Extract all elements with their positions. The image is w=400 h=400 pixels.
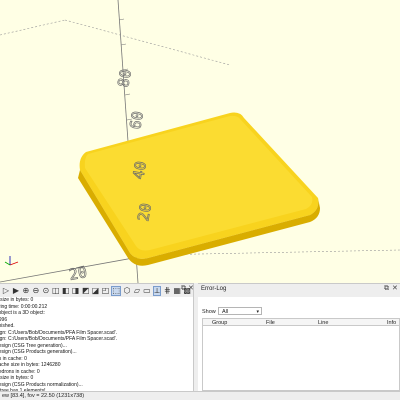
render-icon[interactable]: ▶ [12, 286, 20, 296]
zoom-in-icon[interactable]: ⊕ [22, 286, 30, 296]
axis-label-80: 80 [114, 68, 135, 89]
show-edges-icon[interactable]: ⋕ [163, 286, 171, 296]
preview-icon[interactable]: ▷ [2, 286, 10, 296]
zoom-out-icon[interactable]: ⊖ [32, 286, 40, 296]
axis-label-20: 20 [134, 202, 155, 223]
show-filter-value: All [222, 309, 229, 315]
console-panel[interactable]: e size in bytes: 0ering time: 0:00:00.21… [0, 297, 194, 391]
status-bar: ew [83.4], fov = 22.50 (1231x738) [0, 391, 400, 400]
error-log-table-body[interactable] [202, 326, 400, 391]
column-file[interactable]: File [266, 320, 275, 326]
column-group[interactable]: Group [212, 320, 227, 326]
bottom-view-icon[interactable]: ◧ [62, 286, 70, 296]
wireframe-icon[interactable]: ▦ [173, 286, 181, 296]
axis-label-40: 40 [129, 160, 150, 181]
column-info[interactable]: Info [387, 320, 396, 326]
error-log-header: Error-Log [198, 283, 400, 297]
top-view-icon[interactable]: ◫ [52, 286, 60, 296]
front-view-icon[interactable]: ◪ [92, 286, 100, 296]
axis-gizmo [4, 256, 19, 266]
x-axis-line [64, 19, 231, 66]
orthographic-icon[interactable]: ▭ [143, 286, 151, 296]
error-log-close-icon[interactable]: ✕ [392, 284, 398, 292]
model-plate[interactable] [78, 112, 320, 266]
left-view-icon[interactable]: ◨ [72, 286, 80, 296]
status-text: ew [83.4], fov = 22.50 (1231x738) [2, 393, 85, 399]
center-view-icon[interactable]: ⬡ [123, 286, 131, 296]
diagonal-view-icon[interactable]: ⬚ [111, 285, 122, 296]
viewport-toolbar: ▷ ▶ ⊕ ⊖ ⊙ ◫ ◧ ◨ ◩ ◪ ◰ ⬚ ⬡ ▱ ▭ ⟂ ⋕ ▦ ▩ [0, 283, 193, 297]
column-line[interactable]: Line [318, 320, 328, 326]
y-axis-line [0, 19, 66, 36]
3d-viewport[interactable]: 80 60 40 20 20 [0, 0, 400, 283]
show-axes-icon[interactable]: ⟂ [152, 285, 162, 296]
right-view-icon[interactable]: ◩ [82, 286, 90, 296]
view-all-icon[interactable]: ⊙ [42, 286, 50, 296]
error-log-float-icon[interactable]: ⧉ [384, 284, 389, 293]
error-log-table-header: Group File Line Info [202, 318, 400, 326]
console-float-icon[interactable]: ⧉ [181, 284, 186, 293]
perspective-icon[interactable]: ▱ [133, 286, 141, 296]
viewport-canvas[interactable]: 80 60 40 20 20 [0, 0, 400, 283]
axis-label-60: 60 [126, 110, 147, 131]
chevron-down-icon: ▾ [256, 309, 259, 315]
back-view-icon[interactable]: ◰ [102, 286, 110, 296]
show-filter-select[interactable]: All ▾ [218, 307, 262, 315]
show-label: Show [202, 309, 216, 315]
error-log-panel: Show All ▾ Group File Line Info [198, 297, 400, 391]
axis-label-minus-20: 20 [68, 263, 89, 283]
error-log-title: Error-Log [201, 286, 227, 292]
